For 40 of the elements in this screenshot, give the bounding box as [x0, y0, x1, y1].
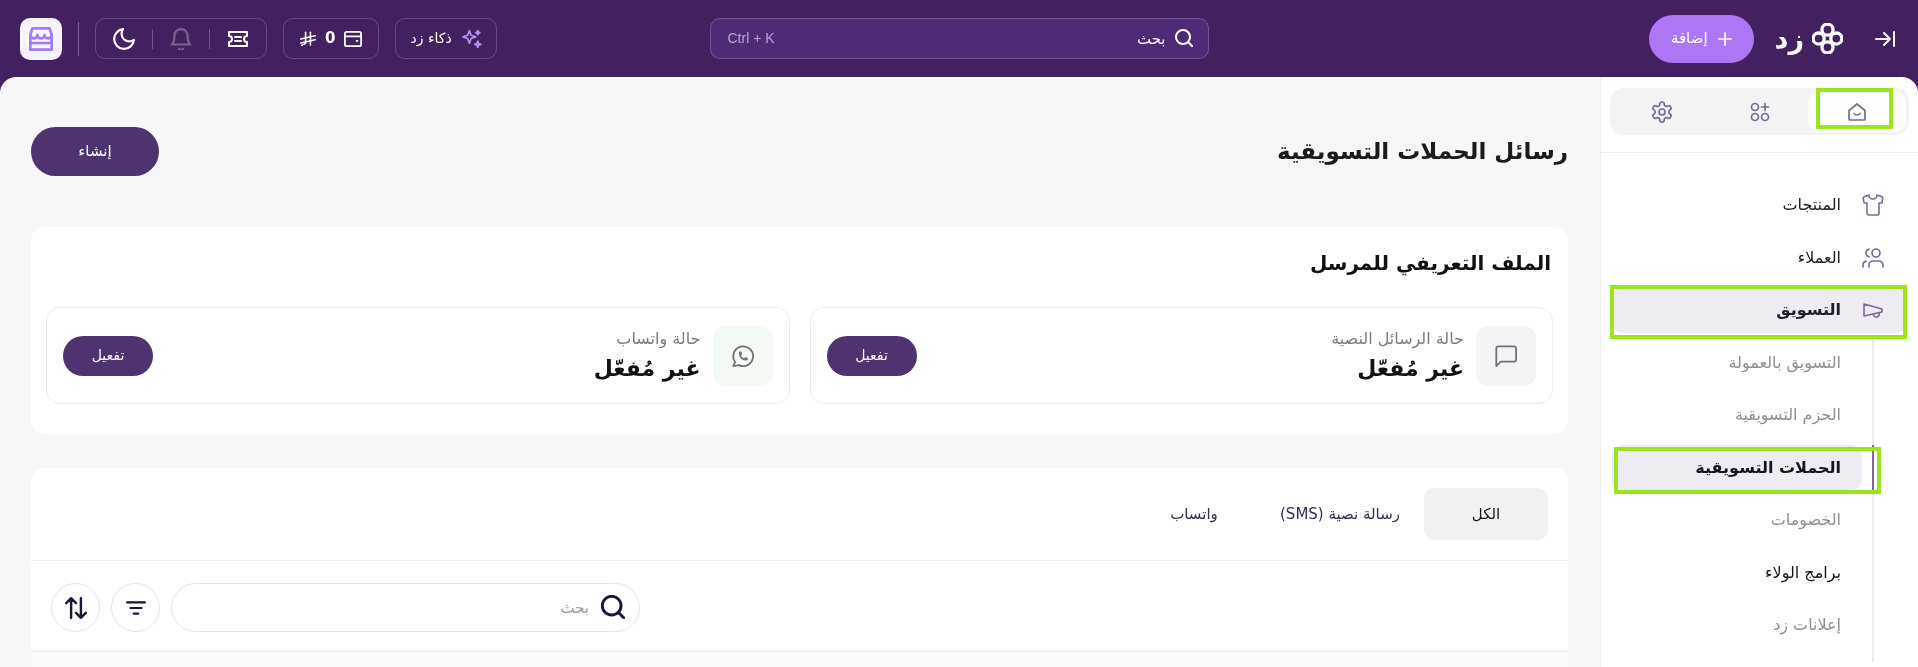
sparkle-icon [461, 28, 482, 49]
nav-subitem[interactable]: الحملات التسويقية [1612, 444, 1862, 491]
collapse-icon[interactable] [1875, 28, 1895, 49]
store-button[interactable] [20, 17, 62, 60]
nav-item[interactable]: العملاء [1612, 234, 1907, 281]
settings-icon [1650, 100, 1673, 123]
shirt-icon [1862, 194, 1884, 216]
filter-tab[interactable]: واتساب [1132, 488, 1256, 540]
nav-subitem[interactable]: برامج الولاء [1612, 549, 1862, 596]
search-icon [601, 595, 625, 619]
status-text: غير مُفعّل [1356, 354, 1464, 384]
wallet-icon [344, 29, 363, 48]
channel-label: حالة الرسائل النصية [1331, 327, 1464, 350]
page-title: رسائل الحملات التسويقية [1276, 137, 1568, 167]
create-button[interactable]: إنشاء [31, 127, 159, 176]
currency-icon [300, 30, 316, 47]
home-icon [1846, 100, 1869, 123]
wallet-button[interactable]: 0 [283, 18, 380, 59]
phone-chat-icon [712, 325, 773, 386]
store-icon [29, 26, 53, 51]
sidebar-tab[interactable] [1808, 91, 1906, 132]
plus-icon [1717, 31, 1732, 46]
nav-item[interactable]: المنتجات [1612, 182, 1907, 228]
filter-tab[interactable]: رسالة نصية (SMS) [1256, 488, 1424, 540]
shortcut-hint: Ctrl + K [727, 29, 775, 48]
users-icon [1862, 246, 1884, 269]
ai-button[interactable]: ذكاء زد [395, 18, 497, 59]
search-icon [1174, 29, 1193, 47]
status-text: غير مُفعّل [593, 354, 701, 384]
section-title: الملف التعريفي للمرسل [1308, 250, 1552, 277]
filter-tab[interactable]: الكل [1424, 488, 1548, 540]
sort-icon [64, 596, 87, 619]
knot-icon [1812, 23, 1843, 54]
channel-label: حالة واتساب [615, 327, 701, 350]
apps-icon [1748, 100, 1771, 123]
moon-icon[interactable] [113, 27, 135, 50]
activate-button[interactable]: تفعيل [826, 335, 917, 376]
search-field[interactable]: بحث [171, 583, 640, 632]
activate-button[interactable]: تفعيل [63, 335, 153, 376]
message-icon [1476, 325, 1536, 386]
